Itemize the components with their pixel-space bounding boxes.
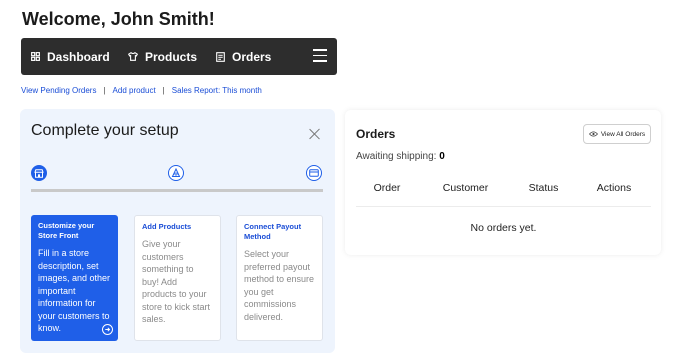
orders-title: Orders xyxy=(356,127,396,141)
column-order: Order xyxy=(373,182,401,194)
awaiting-label: Awaiting shipping: xyxy=(356,151,437,162)
dashboard-icon xyxy=(31,52,40,61)
card-body: Select your preferred payout method to e… xyxy=(244,249,315,322)
top-navbar: Dashboard Products Orders xyxy=(21,38,337,75)
link-sales-report[interactable]: Sales Report: This month xyxy=(172,86,262,95)
eye-icon xyxy=(588,131,598,137)
view-all-label: View All Orders xyxy=(600,130,646,138)
shirt-icon xyxy=(128,52,138,61)
column-customer: Customer xyxy=(442,182,489,194)
orders-table-header: Order Customer Status Actions xyxy=(356,182,651,207)
setup-card-products[interactable]: Add Products Give your customers somethi… xyxy=(134,215,221,341)
separator: | xyxy=(162,86,165,95)
payout-icon xyxy=(309,169,319,177)
card-body: Fill in a store description, set images,… xyxy=(38,248,111,333)
view-all-orders-button[interactable]: View All Orders xyxy=(583,124,651,144)
step-payout[interactable] xyxy=(306,165,322,181)
column-actions: Actions xyxy=(596,182,632,194)
quick-links: View Pending Orders | Add product | Sales Re… xyxy=(21,86,262,95)
setup-card-storefront[interactable]: Customize your Store Front Fill in a sto… xyxy=(31,215,118,341)
card-title: Customize your Store Front xyxy=(38,221,95,240)
nav-item-dashboard[interactable]: Dashboard xyxy=(31,38,110,75)
step-storefront[interactable] xyxy=(31,165,47,181)
orders-empty-message: No orders yet. xyxy=(470,222,537,234)
nav-label-dashboard: Dashboard xyxy=(47,49,110,64)
hamburger-icon[interactable] xyxy=(313,49,327,66)
step-products[interactable] xyxy=(168,165,184,181)
separator: | xyxy=(103,86,106,95)
nav-item-products[interactable]: Products xyxy=(128,38,197,75)
setup-title: Complete your setup xyxy=(31,122,179,139)
card-title: Connect Payout Method xyxy=(244,222,302,241)
orders-icon xyxy=(216,51,225,62)
setup-card-payout[interactable]: Connect Payout Method Select your prefer… xyxy=(236,215,323,341)
nav-item-orders[interactable]: Orders xyxy=(216,38,271,75)
storefront-icon xyxy=(34,168,44,178)
link-add-product[interactable]: Add product xyxy=(113,86,156,95)
nav-label-products: Products xyxy=(145,49,198,64)
arrow-right-circle-icon[interactable] xyxy=(102,324,113,335)
product-icon xyxy=(171,168,181,177)
card-body: Give your customers something to buy! Ad… xyxy=(142,239,211,324)
orders-panel: Orders View All Orders Awaiting shipping… xyxy=(345,110,661,255)
awaiting-count: 0 xyxy=(439,151,445,162)
close-icon[interactable] xyxy=(309,128,321,140)
card-title: Add Products xyxy=(142,222,192,231)
nav-label-orders: Orders xyxy=(232,49,272,64)
setup-panel: Complete your setup Customize your Store… xyxy=(20,109,335,353)
column-status: Status xyxy=(528,182,559,194)
link-view-pending-orders[interactable]: View Pending Orders xyxy=(21,86,96,95)
page-title: Welcome, John Smith! xyxy=(22,9,215,29)
setup-progress-track xyxy=(31,189,323,192)
awaiting-shipping: Awaiting shipping: 0 xyxy=(356,151,445,162)
